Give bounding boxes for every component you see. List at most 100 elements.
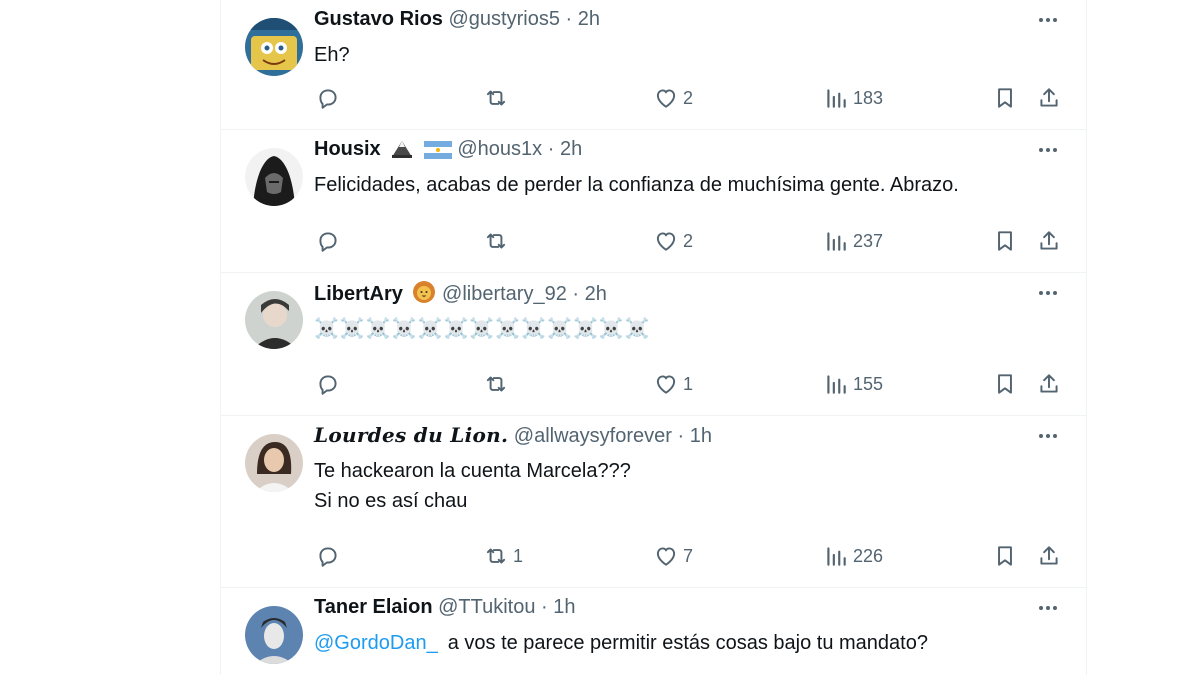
retweet-button[interactable]	[483, 83, 513, 113]
reply-button[interactable]	[315, 83, 345, 113]
retweet-button[interactable]	[483, 369, 513, 399]
tweet-text-line: Te hackearon la cuenta Marcela???	[314, 460, 631, 482]
separator-dot: ·	[547, 138, 555, 160]
share-icon	[1040, 374, 1058, 393]
timestamp[interactable]: 1h	[553, 596, 575, 618]
tweet-header: Housix @hous1x · 2h	[314, 137, 1026, 161]
tweet-text-line: a vos te parece permitir estás cosas baj…	[447, 632, 928, 654]
views-icon	[827, 232, 846, 251]
tweet[interactable]: Housix @hous1x · 2h Felicidades, acabas …	[221, 130, 1086, 273]
view-count: 226	[853, 545, 884, 566]
retweet-icon	[486, 233, 506, 249]
like-button[interactable]: 1	[653, 369, 693, 399]
more-options-icon[interactable]	[1036, 281, 1060, 305]
share-button[interactable]	[1036, 226, 1062, 256]
retweet-button[interactable]	[483, 226, 513, 256]
display-name[interactable]: Taner Elaion	[314, 596, 433, 618]
share-button[interactable]	[1036, 83, 1062, 113]
retweet-icon	[486, 90, 506, 106]
views-icon	[827, 547, 846, 566]
views-button[interactable]: 183	[823, 83, 883, 113]
bookmark-button[interactable]	[992, 541, 1018, 571]
avatar[interactable]	[245, 291, 303, 349]
avatar-image	[245, 606, 303, 664]
avatar[interactable]	[245, 18, 303, 76]
bookmark-icon	[998, 374, 1012, 394]
timestamp[interactable]: 2h	[585, 283, 607, 305]
like-button[interactable]: 7	[653, 541, 693, 571]
bookmark-icon	[998, 231, 1012, 251]
retweet-button[interactable]: 1	[483, 541, 523, 571]
view-count: 237	[853, 230, 884, 251]
tweet[interactable]: Taner Elaion @TTukitou · 1h @GordoDan_ a …	[221, 588, 1086, 675]
views-icon	[827, 375, 846, 394]
more-options-icon[interactable]	[1036, 8, 1060, 32]
reply-button[interactable]	[315, 541, 345, 571]
views-button[interactable]: 237	[823, 226, 883, 256]
tweet[interactable]: Lourdes du Lion. @allwaysyforever · 1h T…	[221, 416, 1086, 588]
timestamp[interactable]: 2h	[578, 8, 600, 30]
like-button[interactable]: 2	[653, 83, 693, 113]
share-button[interactable]	[1036, 541, 1062, 571]
heart-icon	[656, 89, 676, 108]
share-icon	[1040, 546, 1058, 565]
user-handle[interactable]: @libertary_92	[442, 283, 567, 305]
like-count: 2	[683, 87, 694, 108]
user-handle[interactable]: @hous1x	[457, 138, 542, 160]
tweet-header: Gustavo Rios @gustyrios5 · 2h	[314, 7, 1026, 31]
separator-dot: ·	[572, 283, 580, 305]
reply-icon	[319, 232, 337, 252]
retweet-count: 1	[513, 545, 524, 566]
tweet-text: Felicidades, acabas de perder la confian…	[314, 170, 1026, 200]
avatar[interactable]	[245, 434, 303, 492]
display-name[interactable]: LibertAry	[314, 283, 403, 305]
tweet[interactable]: Gustavo Rios @gustyrios5 · 2h Eh? 2 183	[221, 0, 1086, 130]
mention-link[interactable]: @GordoDan_	[314, 632, 438, 654]
reply-icon	[319, 375, 337, 395]
avatar[interactable]	[245, 148, 303, 206]
separator-dot: ·	[565, 8, 573, 30]
bookmark-button[interactable]	[992, 226, 1018, 256]
tweet-text: ☠️☠️☠️☠️☠️☠️☠️☠️☠️☠️☠️☠️☠️	[314, 313, 1026, 343]
display-name[interactable]: Lourdes du Lion.	[314, 423, 508, 447]
reply-icon	[319, 547, 337, 567]
share-button[interactable]	[1036, 369, 1062, 399]
like-button[interactable]: 2	[653, 226, 693, 256]
like-count: 7	[683, 545, 694, 566]
tweet-text-line: Felicidades, acabas de perder la confian…	[314, 174, 959, 196]
bookmark-icon	[998, 88, 1012, 108]
retweet-icon	[486, 548, 506, 564]
user-handle[interactable]: @TTukitou	[438, 596, 535, 618]
view-count: 183	[853, 87, 884, 108]
tweet-text-line: ☠️☠️☠️☠️☠️☠️☠️☠️☠️☠️☠️☠️☠️	[314, 316, 651, 340]
heart-icon	[656, 232, 676, 251]
display-name[interactable]: Gustavo Rios	[314, 8, 443, 30]
lion-emoji-icon	[412, 280, 436, 310]
views-button[interactable]: 226	[823, 541, 883, 571]
share-icon	[1040, 231, 1058, 250]
avatar-image	[245, 148, 303, 206]
user-handle[interactable]: @gustyrios5	[448, 8, 559, 30]
display-name[interactable]: Housix	[314, 138, 381, 160]
timestamp[interactable]: 1h	[690, 425, 712, 447]
more-options-icon[interactable]	[1036, 596, 1060, 620]
separator-dot: ·	[541, 596, 548, 618]
views-button[interactable]: 155	[823, 369, 883, 399]
retweet-icon	[486, 376, 506, 392]
reply-button[interactable]	[315, 226, 345, 256]
bookmark-button[interactable]	[992, 369, 1018, 399]
reply-button[interactable]	[315, 369, 345, 399]
avatar[interactable]	[245, 606, 303, 664]
more-options-icon[interactable]	[1036, 138, 1060, 162]
reply-icon	[319, 89, 337, 109]
tweet-header: Taner Elaion @TTukitou · 1h	[314, 595, 1026, 619]
tweet[interactable]: LibertAry @libertary_92 · 2h ☠️☠️☠️☠️☠️☠…	[221, 273, 1086, 416]
more-options-icon[interactable]	[1036, 424, 1060, 448]
tweet-actions: 2 237	[221, 226, 1086, 256]
views-icon	[827, 89, 846, 108]
user-handle[interactable]: @allwaysyforever	[514, 425, 672, 447]
bookmark-button[interactable]	[992, 83, 1018, 113]
tweet-actions: 1 155	[221, 369, 1086, 399]
tweet-text: @GordoDan_ a vos te parece permitir estás…	[314, 628, 1026, 658]
timestamp[interactable]: 2h	[560, 138, 582, 160]
